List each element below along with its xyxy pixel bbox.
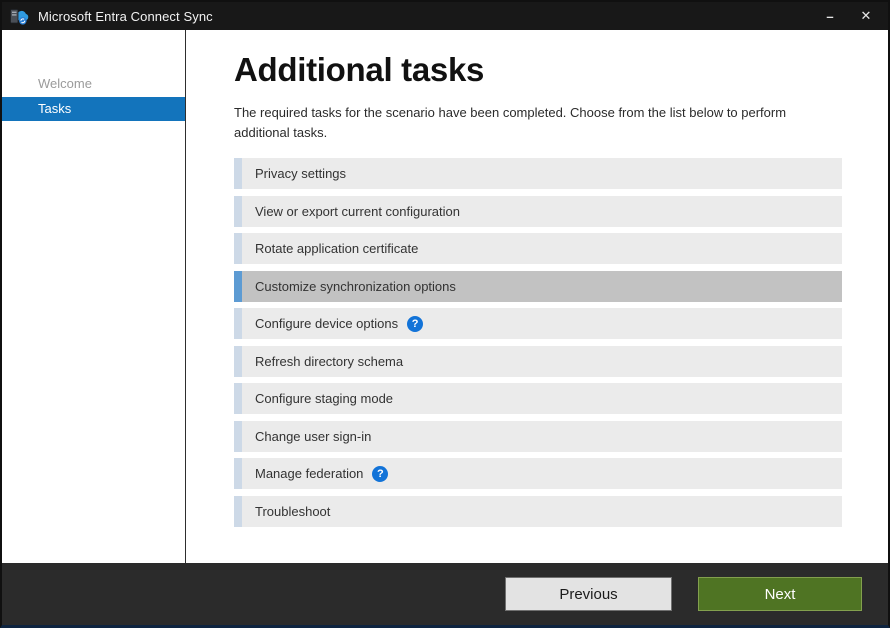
page-title: Additional tasks: [234, 51, 485, 88]
task-row[interactable]: Manage federation ?: [234, 458, 842, 489]
task-list: Privacy settings View or export current …: [234, 158, 842, 527]
task-row[interactable]: Change user sign-in: [234, 420, 842, 452]
task-row[interactable]: Customize synchronization options: [234, 270, 842, 302]
row-accent-bar: [234, 233, 242, 264]
app-icon: [10, 9, 29, 25]
app-window: Microsoft Entra Connect Sync – ✕ Welcome…: [0, 0, 890, 628]
help-icon[interactable]: ?: [407, 315, 424, 332]
task-label: Configure staging mode: [255, 391, 394, 406]
task-label: Refresh directory schema: [255, 353, 404, 369]
next-button[interactable]: Next: [698, 577, 862, 611]
task-row[interactable]: Troubleshoot: [234, 495, 842, 527]
row-accent-bar: [234, 195, 242, 227]
main-content: Additional tasks The required tasks for …: [187, 30, 888, 563]
page-description: The required tasks for the scenario have…: [234, 105, 787, 140]
task-row[interactable]: Rotate application certificate: [234, 233, 842, 264]
window-title: Microsoft Entra Connect Sync: [38, 8, 213, 24]
row-accent-bar: [234, 158, 242, 189]
close-icon[interactable]: ✕: [848, 2, 884, 30]
task-row[interactable]: View or export current configuration: [234, 195, 842, 227]
task-label: Configure device options: [255, 316, 399, 331]
help-icon[interactable]: ?: [372, 465, 389, 482]
row-accent-bar: [234, 383, 242, 414]
task-label: Change user sign-in: [255, 428, 372, 444]
task-row[interactable]: Configure staging mode: [234, 383, 842, 414]
row-accent-bar: [234, 345, 242, 377]
sidebar: Welcome Tasks: [2, 30, 186, 563]
row-accent-bar: [234, 420, 242, 452]
task-label: Privacy settings: [255, 166, 347, 181]
task-label: Manage federation: [255, 466, 364, 481]
previous-button[interactable]: Previous: [505, 577, 672, 611]
task-label: Rotate application certificate: [255, 241, 419, 256]
footer-bar: Previous Next: [2, 563, 888, 625]
row-accent-bar: [234, 458, 242, 489]
row-accent-bar: [234, 270, 242, 302]
task-label: Troubleshoot: [255, 503, 331, 519]
task-row[interactable]: Privacy settings: [234, 158, 842, 189]
task-label: Customize synchronization options: [255, 278, 456, 294]
row-accent-bar: [234, 495, 242, 527]
sidebar-item-tasks[interactable]: Tasks: [2, 97, 185, 121]
titlebar: Microsoft Entra Connect Sync – ✕: [2, 2, 888, 30]
row-accent-bar: [234, 308, 242, 339]
sidebar-item-welcome[interactable]: Welcome: [2, 72, 185, 96]
task-row[interactable]: Configure device options ?: [234, 308, 842, 339]
task-label: View or export current configuration: [255, 203, 460, 219]
task-row[interactable]: Refresh directory schema: [234, 345, 842, 377]
minimize-icon[interactable]: –: [812, 2, 848, 30]
